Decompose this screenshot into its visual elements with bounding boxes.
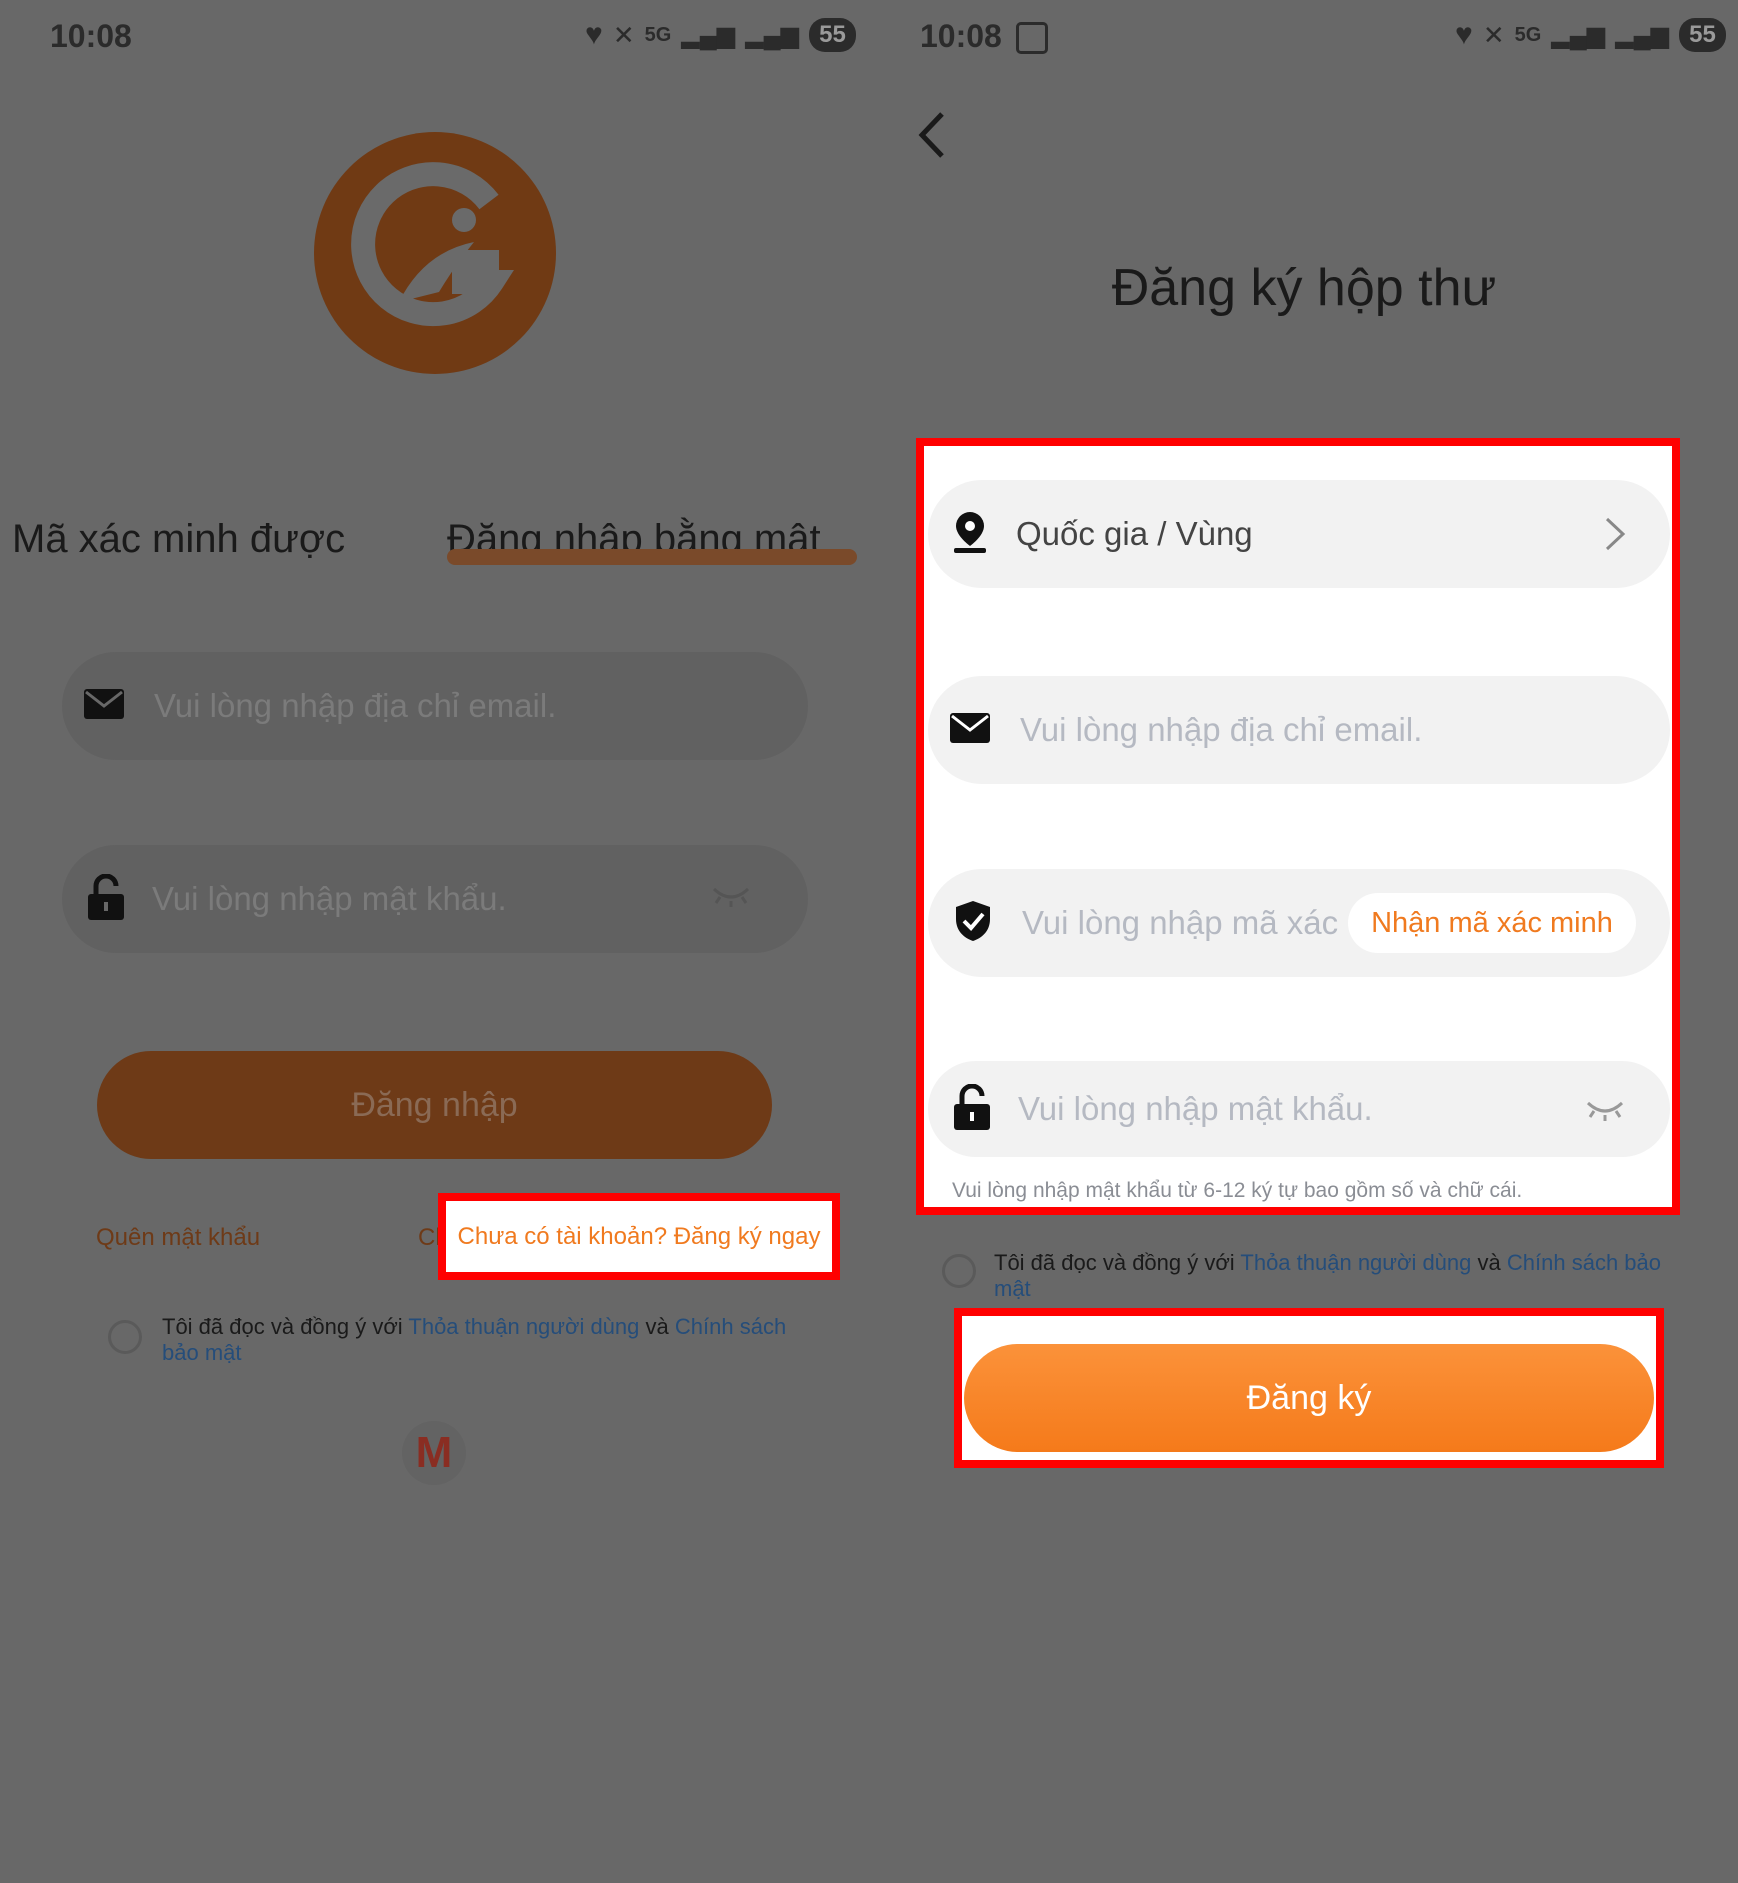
status-icons-right: ♥ ✕ 5G ▂▄▆ ▂▄▆ 55 bbox=[1455, 18, 1726, 52]
and-text: và bbox=[645, 1314, 669, 1339]
register-now-link[interactable]: Chưa có tài khoản? Đăng ký ngay bbox=[458, 1223, 821, 1251]
page-title: Đăng ký hộp thư bbox=[1111, 259, 1497, 317]
status-time: 10:08 bbox=[50, 18, 132, 54]
tab-verification-code[interactable]: Mã xác minh được bbox=[12, 517, 345, 562]
user-agreement-link[interactable]: Thỏa thuận người dùng bbox=[408, 1314, 639, 1339]
signal-icon: ▂▄▆ bbox=[681, 21, 736, 49]
eye-closed-icon[interactable] bbox=[1586, 1097, 1624, 1126]
register-agree-text: Tôi đã đọc và đồng ý với Thỏa thuận ngườ… bbox=[994, 1250, 1674, 1302]
status-icons: ♥ ✕ 5G ▂▄▆ ▂▄▆ 55 bbox=[585, 18, 856, 52]
mute-icon: ✕ bbox=[612, 19, 635, 50]
tab-indicator bbox=[447, 549, 857, 565]
agree-prefix: Tôi đã đọc và đồng ý với bbox=[994, 1250, 1235, 1275]
register-agree-checkbox[interactable] bbox=[942, 1254, 976, 1288]
login-button-label: Đăng nhập bbox=[351, 1085, 518, 1124]
battery-badge: 55 bbox=[1679, 18, 1726, 52]
email-placeholder: Vui lòng nhập địa chỉ email. bbox=[154, 687, 557, 724]
privacy-policy-link-cont[interactable]: bảo mật bbox=[162, 1340, 242, 1365]
email-field[interactable]: Vui lòng nhập địa chỉ email. bbox=[62, 652, 808, 760]
status-time-right: 10:08 bbox=[920, 18, 1002, 54]
app-logo bbox=[314, 132, 556, 374]
network-5g-icon: 5G bbox=[644, 23, 672, 46]
mail-icon bbox=[84, 688, 124, 724]
code-placeholder: Vui lòng nhập mã xác bbox=[1022, 904, 1339, 941]
country-field[interactable]: Quốc gia / Vùng bbox=[928, 480, 1670, 588]
forgot-password-link[interactable]: Quên mật khẩu bbox=[96, 1224, 260, 1252]
register-button[interactable]: Đăng ký bbox=[964, 1344, 1654, 1452]
register-button-highlight: Đăng ký bbox=[954, 1308, 1664, 1468]
password-placeholder: Vui lòng nhập mật khẩu. bbox=[152, 880, 507, 917]
privacy-policy-link[interactable]: Chính sách bbox=[675, 1314, 786, 1339]
gmail-login-button[interactable]: M bbox=[402, 1421, 466, 1485]
eye-closed-icon[interactable] bbox=[712, 883, 750, 912]
heart-icon: ♥ bbox=[1455, 18, 1473, 51]
gmail-icon: M bbox=[415, 1428, 453, 1477]
register-password-placeholder: Vui lòng nhập mật khẩu. bbox=[1018, 1090, 1373, 1127]
get-code-label: Nhận mã xác minh bbox=[1371, 906, 1613, 939]
mail-icon bbox=[950, 712, 990, 748]
password-field[interactable]: Vui lòng nhập mật khẩu. bbox=[62, 845, 808, 953]
password-hint: Vui lòng nhập mật khẩu từ 6-12 ký tự bao… bbox=[952, 1179, 1523, 1202]
register-password-field[interactable]: Vui lòng nhập mật khẩu. bbox=[928, 1061, 1670, 1157]
register-screen: 10:08 ♥ ✕ 5G ▂▄▆ ▂▄▆ 55 Đăng ký hộp thư … bbox=[870, 0, 1738, 1883]
signal-icon-2: ▂▄▆ bbox=[1615, 21, 1670, 49]
and-text: và bbox=[1477, 1250, 1501, 1275]
lock-icon bbox=[954, 1083, 990, 1135]
privacy-policy-link-cont[interactable]: mật bbox=[994, 1276, 1031, 1301]
register-link-highlight: Chưa có tài khoản? Đăng ký ngay bbox=[438, 1193, 840, 1280]
agree-checkbox[interactable] bbox=[108, 1320, 142, 1354]
battery-badge: 55 bbox=[809, 18, 856, 52]
network-5g-icon: 5G bbox=[1514, 23, 1542, 46]
agree-text: Tôi đã đọc và đồng ý với Thỏa thuận ngườ… bbox=[162, 1314, 792, 1366]
heart-icon: ♥ bbox=[585, 18, 603, 51]
signal-icon: ▂▄▆ bbox=[1551, 21, 1606, 49]
get-code-button[interactable]: Nhận mã xác minh bbox=[1348, 893, 1636, 953]
country-placeholder: Quốc gia / Vùng bbox=[1016, 515, 1253, 552]
login-screen: 10:08 ♥ ✕ 5G ▂▄▆ ▂▄▆ 55 Mã xác minh được… bbox=[0, 0, 870, 1883]
chevron-right-icon bbox=[1604, 516, 1626, 557]
register-email-field[interactable]: Vui lòng nhập địa chỉ email. bbox=[928, 676, 1670, 784]
privacy-policy-link[interactable]: Chính sách bảo bbox=[1507, 1250, 1661, 1275]
register-form-highlight: Quốc gia / Vùng Vui lòng nhập địa chỉ em… bbox=[916, 438, 1680, 1215]
location-pin-icon bbox=[952, 510, 988, 559]
user-agreement-link[interactable]: Thỏa thuận người dùng bbox=[1240, 1250, 1471, 1275]
register-button-label: Đăng ký bbox=[1246, 1378, 1372, 1417]
back-arrow-icon[interactable] bbox=[914, 110, 948, 165]
signal-icon-2: ▂▄▆ bbox=[745, 21, 800, 49]
register-email-placeholder: Vui lòng nhập địa chỉ email. bbox=[1020, 711, 1423, 748]
screenshot-icon bbox=[1016, 22, 1048, 54]
login-button[interactable]: Đăng nhập bbox=[97, 1051, 772, 1159]
shield-check-icon bbox=[954, 899, 992, 948]
lock-icon bbox=[88, 873, 124, 925]
mute-icon: ✕ bbox=[1482, 19, 1505, 50]
agree-prefix: Tôi đã đọc và đồng ý với bbox=[162, 1314, 403, 1339]
verification-code-field[interactable]: Vui lòng nhập mã xác Nhận mã xác minh bbox=[928, 869, 1670, 977]
